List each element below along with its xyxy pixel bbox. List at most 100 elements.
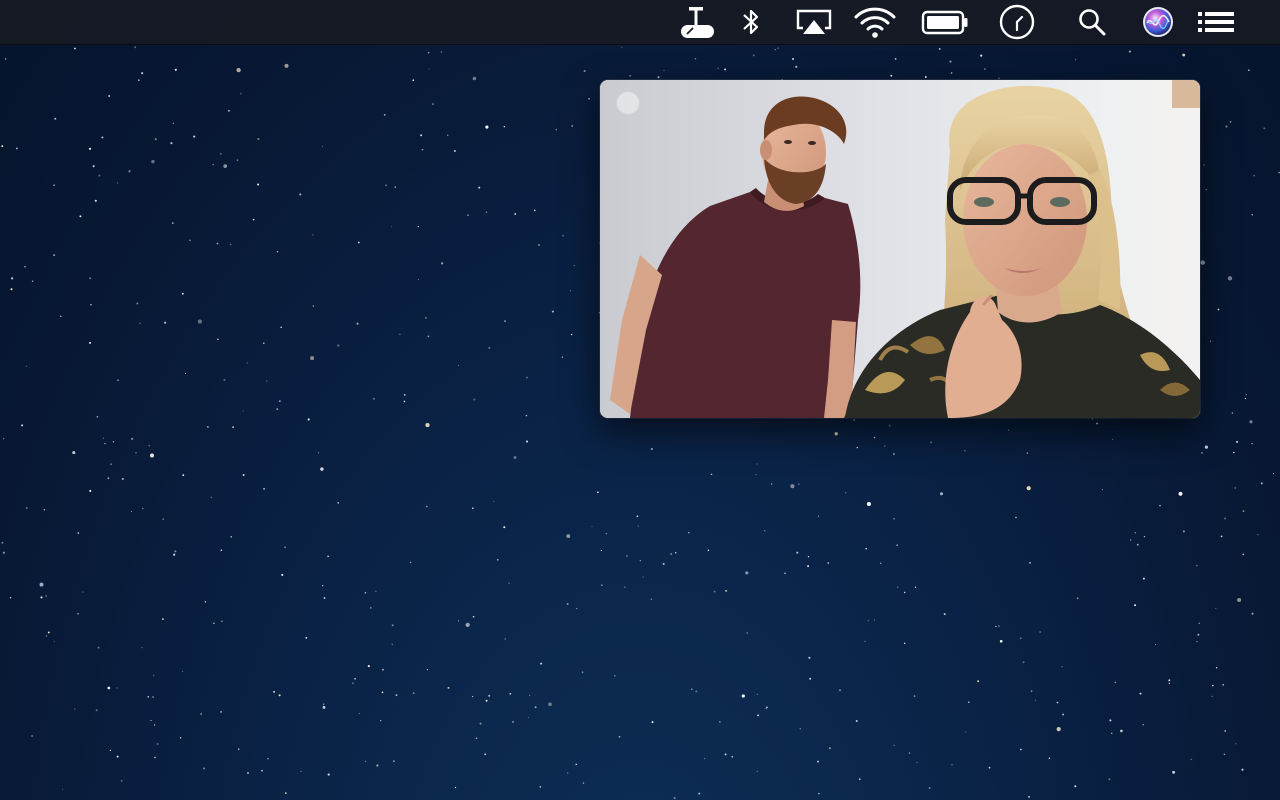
star — [1245, 394, 1247, 396]
notification-center-icon[interactable] — [1196, 0, 1236, 44]
star — [121, 477, 124, 481]
star — [1128, 50, 1131, 53]
star — [566, 602, 569, 605]
star — [1096, 422, 1098, 425]
star — [1227, 276, 1233, 281]
star — [364, 592, 367, 594]
star — [988, 766, 991, 769]
star — [1235, 743, 1237, 745]
close-button[interactable] — [616, 91, 640, 115]
star — [357, 241, 360, 244]
star — [305, 637, 308, 639]
star — [431, 103, 434, 106]
star — [1048, 757, 1051, 759]
star — [724, 68, 727, 71]
star — [2, 437, 5, 440]
star — [74, 708, 76, 710]
star — [427, 51, 430, 54]
star — [995, 625, 997, 628]
star — [426, 669, 428, 671]
star — [467, 214, 469, 216]
star — [691, 688, 693, 690]
star — [478, 186, 481, 189]
bluetooth-icon[interactable] — [736, 0, 766, 44]
star — [1019, 637, 1022, 640]
star — [741, 694, 745, 698]
siri-icon[interactable] — [1140, 0, 1176, 44]
star — [472, 615, 475, 618]
star — [757, 714, 760, 717]
star — [893, 518, 895, 520]
star — [1130, 539, 1132, 541]
star — [174, 550, 177, 553]
star — [509, 692, 512, 695]
star — [746, 632, 749, 634]
star — [53, 184, 55, 186]
star — [938, 47, 941, 50]
star — [1056, 726, 1061, 732]
star — [203, 767, 206, 770]
star — [1212, 684, 1214, 687]
star — [839, 689, 841, 691]
star — [485, 125, 489, 129]
star — [412, 79, 415, 82]
star — [116, 687, 118, 689]
star — [1248, 69, 1250, 71]
star — [337, 502, 339, 504]
star — [1190, 758, 1192, 761]
battery-icon[interactable] — [918, 0, 970, 44]
star — [485, 211, 487, 213]
star — [25, 507, 28, 509]
star — [1257, 534, 1259, 536]
clock-icon[interactable] — [996, 0, 1038, 44]
star — [874, 619, 876, 621]
star — [853, 419, 855, 421]
star — [894, 57, 897, 60]
star — [600, 549, 603, 552]
star — [756, 463, 758, 465]
star — [1215, 667, 1218, 669]
star — [504, 320, 506, 322]
microscope-icon[interactable] — [676, 0, 716, 44]
star — [526, 376, 528, 379]
star — [873, 436, 876, 439]
star — [508, 582, 510, 584]
star — [694, 58, 697, 60]
star — [107, 686, 111, 690]
star — [427, 335, 430, 338]
star — [731, 755, 734, 758]
star — [484, 753, 487, 756]
star — [421, 148, 424, 151]
star — [182, 670, 184, 672]
star — [139, 322, 141, 325]
star — [704, 758, 706, 760]
spotlight-search-icon[interactable] — [1074, 0, 1110, 44]
star — [45, 595, 47, 597]
star — [1244, 397, 1247, 400]
wifi-icon[interactable] — [852, 0, 898, 44]
star — [884, 445, 886, 447]
star — [179, 737, 182, 739]
star — [1026, 452, 1029, 454]
star — [1159, 504, 1161, 507]
star — [1061, 666, 1063, 668]
star — [1111, 438, 1114, 441]
star — [528, 694, 531, 697]
star — [395, 694, 398, 697]
star — [352, 682, 354, 685]
star — [621, 46, 623, 48]
star — [322, 703, 325, 705]
picture-in-picture-video-window[interactable] — [600, 80, 1200, 418]
airplay-icon[interactable] — [794, 0, 834, 44]
star — [53, 640, 55, 642]
star — [1028, 796, 1030, 798]
star — [1203, 164, 1205, 166]
star — [257, 137, 260, 141]
star — [1178, 491, 1183, 496]
star — [147, 696, 149, 698]
star — [210, 496, 213, 499]
star — [1039, 631, 1041, 633]
star — [312, 305, 315, 307]
star — [795, 65, 798, 68]
star — [322, 705, 326, 709]
